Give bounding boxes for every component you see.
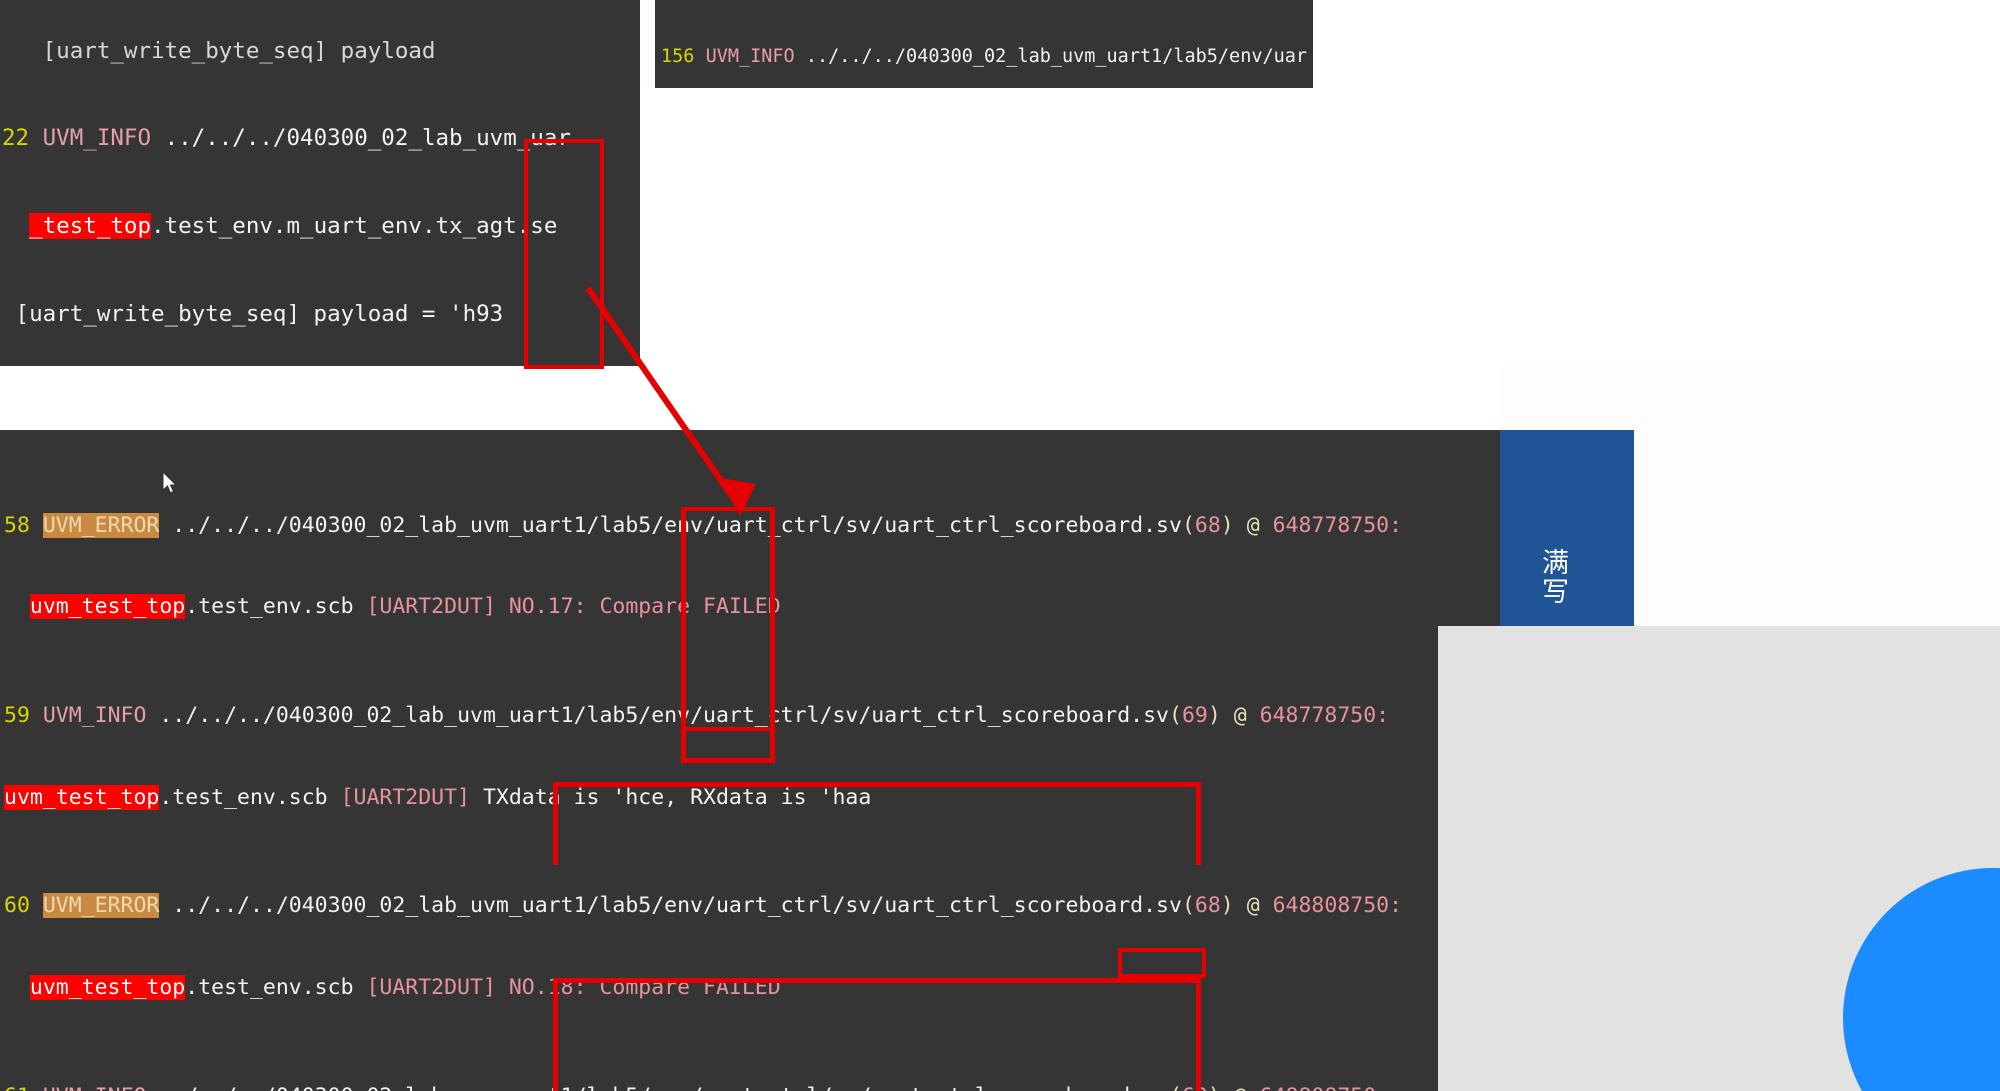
annotation-arrow bbox=[585, 286, 756, 516]
empty-queue-box-right bbox=[1196, 782, 1201, 865]
line-number: 61 bbox=[4, 1084, 30, 1091]
log-path: ../../../040300_02_lab_uvm_uart1/lab5/en… bbox=[172, 893, 1182, 919]
vertical-annotation-label: 满写 bbox=[1537, 548, 1568, 606]
txdata-box-right-edge bbox=[770, 507, 775, 762]
sim-time: 648778750 bbox=[1259, 703, 1377, 729]
empty-queue-box-top bbox=[553, 782, 1201, 787]
search-highlight: uvm_test_top bbox=[29, 594, 186, 620]
final-error-box-left bbox=[553, 978, 558, 1091]
txdata-box-left-edge bbox=[681, 507, 686, 762]
sim-time: 648808750 bbox=[1272, 893, 1390, 919]
uvm-tag: [UART2DUT] bbox=[366, 594, 496, 620]
line-number: 60 bbox=[4, 893, 30, 919]
log-path: ../../../040300_02_lab_uvm_uart1/lab5/en… bbox=[159, 703, 1169, 729]
sim-time: 648808750 bbox=[1260, 1084, 1377, 1091]
uvm-tag: [UART2DUT] bbox=[340, 784, 471, 810]
txdata-8d-highlight bbox=[681, 727, 775, 763]
log-level: UVM_INFO bbox=[42, 703, 147, 729]
search-highlight: uvm_test_top bbox=[29, 975, 186, 1001]
log-body: [uart_write_byte_seq] payload = bbox=[15, 301, 450, 328]
log-path: ../../../040300_02_lab_uvm_uar bbox=[164, 125, 571, 152]
terminal-line: [uart_write_byte_seq] payload bbox=[0, 37, 640, 66]
payload-value: 'h93 bbox=[449, 301, 504, 328]
source-line: 68 bbox=[1194, 893, 1221, 919]
log-level: UVM_INFO bbox=[43, 1084, 147, 1091]
log-level-error: UVM_ERROR bbox=[42, 512, 160, 538]
background-white-topright bbox=[1313, 0, 2000, 90]
final-error-box-top bbox=[553, 978, 1201, 983]
log-path: ../../../040300_02_lab_uvm_uart1/lab5/en… bbox=[805, 45, 1308, 67]
line-number: 156 bbox=[661, 45, 695, 67]
terminal-top-right[interactable]: 156 UVM_INFO ../../../040300_02_lab_uvm_… bbox=[655, 0, 1313, 88]
partial-line-text: [uart_write_byte_seq] payload bbox=[2, 37, 436, 64]
hierarchy-path: .test_env.scb bbox=[185, 975, 367, 1001]
log-level: UVM_INFO bbox=[705, 45, 795, 67]
line-tail: : bbox=[1389, 512, 1403, 538]
line-tail: : bbox=[1376, 1084, 1389, 1091]
source-line: 68 bbox=[1194, 512, 1221, 538]
hierarchy-path: .test_env.m_uart_env.tx_agt.se bbox=[151, 213, 558, 240]
terminal-line: 60 UVM_ERROR ../../../040300_02_lab_uvm_… bbox=[4, 893, 1403, 919]
final-error-box-right bbox=[1196, 978, 1201, 1091]
search-highlight: uvm_test_top bbox=[4, 784, 160, 810]
hierarchy-path: .test_env.scb bbox=[159, 784, 341, 810]
line-number: 58 bbox=[4, 512, 30, 538]
empty-queue-box-placeholder bbox=[553, 780, 1200, 865]
source-line: 69 bbox=[1181, 703, 1208, 729]
line-tail: : bbox=[1389, 893, 1403, 919]
sim-time: 648778750 bbox=[1272, 512, 1390, 538]
haa-highlight-box bbox=[1118, 948, 1206, 978]
slide-root: [uart_write_byte_seq] payload 22 UVM_INF… bbox=[0, 0, 2000, 1091]
terminal-line: 61 UVM_INFO ../../../040300_02_lab_uvm_u… bbox=[0, 1083, 1500, 1091]
empty-queue-box-left bbox=[553, 782, 558, 865]
log-path: ../../../040300_02_lab_uvm_uart1/lab5/en… bbox=[159, 1084, 1169, 1091]
compare-index: NO.17: Compare bbox=[495, 594, 704, 620]
txdata-highlight-box-1 bbox=[681, 507, 775, 762]
line-number: 59 bbox=[4, 703, 30, 729]
uvm-tag: [UART2DUT] bbox=[366, 975, 496, 1001]
mouse-cursor-icon bbox=[163, 472, 178, 494]
terminal-line: 156 UVM_INFO ../../../040300_02_lab_uvm_… bbox=[655, 46, 1313, 69]
hierarchy-path: .test_env.scb bbox=[185, 594, 367, 620]
source-line: 69 bbox=[1182, 1084, 1208, 1091]
line-tail: : bbox=[1376, 703, 1390, 729]
log-level: UVM_INFO bbox=[42, 125, 152, 152]
line-number: 22 bbox=[2, 125, 30, 152]
background-white-right bbox=[640, 88, 2000, 366]
log-level-error: UVM_ERROR bbox=[42, 893, 160, 919]
search-highlight: _test_top bbox=[29, 213, 152, 240]
